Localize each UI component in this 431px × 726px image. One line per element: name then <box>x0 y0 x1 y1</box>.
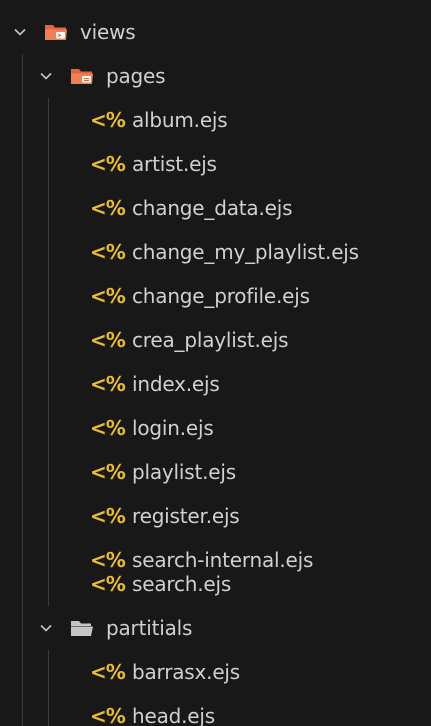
ejs-file-icon: <% <box>90 704 126 726</box>
file-label: register.ejs <box>132 504 240 528</box>
folder-label-views: views <box>80 20 136 44</box>
folder-label-pages: pages <box>106 64 166 88</box>
file-label: playlist.ejs <box>132 460 236 484</box>
ejs-file-icon: <% <box>90 572 126 596</box>
views-folder-icon <box>44 22 68 42</box>
ejs-file-icon: <% <box>90 108 126 132</box>
ejs-file-icon: <% <box>90 660 126 684</box>
file-label: search.ejs <box>132 572 232 596</box>
tree-folder-views[interactable]: views <box>0 10 431 54</box>
file-label: change_data.ejs <box>132 196 293 220</box>
ejs-file-icon: <% <box>90 240 126 264</box>
tree-file-album[interactable]: <% album.ejs <box>0 98 431 142</box>
tree-file-search[interactable]: <% search.ejs <box>0 562 431 606</box>
file-label: index.ejs <box>132 372 220 396</box>
folder-label-partitials: partitials <box>106 616 193 640</box>
file-explorer: views pages <% album.ejs <% artist.ejs <… <box>0 0 431 726</box>
tree-file-index[interactable]: <% index.ejs <box>0 362 431 406</box>
file-label: head.ejs <box>132 704 215 726</box>
ejs-file-icon: <% <box>90 416 126 440</box>
ejs-file-icon: <% <box>90 284 126 308</box>
tree-file-register[interactable]: <% register.ejs <box>0 494 431 538</box>
chevron-down-icon[interactable] <box>35 65 57 87</box>
file-label: barrasx.ejs <box>132 660 240 684</box>
file-label: album.ejs <box>132 108 228 132</box>
ejs-file-icon: <% <box>90 372 126 396</box>
ejs-file-icon: <% <box>90 152 126 176</box>
tree-file-barrasx[interactable]: <% barrasx.ejs <box>0 650 431 694</box>
file-label: crea_playlist.ejs <box>132 328 289 352</box>
tree-file-head[interactable]: <% head.ejs <box>0 694 431 726</box>
ejs-file-icon: <% <box>90 328 126 352</box>
tree-file-crea-playlist[interactable]: <% crea_playlist.ejs <box>0 318 431 362</box>
tree-file-change-data[interactable]: <% change_data.ejs <box>0 186 431 230</box>
chevron-down-icon[interactable] <box>9 21 31 43</box>
file-label: change_profile.ejs <box>132 284 310 308</box>
file-label: login.ejs <box>132 416 214 440</box>
folder-open-icon <box>70 618 94 638</box>
chevron-down-icon[interactable] <box>35 617 57 639</box>
file-label: artist.ejs <box>132 152 217 176</box>
tree-file-change-my-playlist[interactable]: <% change_my_playlist.ejs <box>0 230 431 274</box>
ejs-file-icon: <% <box>90 460 126 484</box>
ejs-file-icon: <% <box>90 504 126 528</box>
file-label: change_my_playlist.ejs <box>132 240 359 264</box>
tree-file-playlist[interactable]: <% playlist.ejs <box>0 450 431 494</box>
tree-folder-partitials[interactable]: partitials <box>0 606 431 650</box>
tree-file-artist[interactable]: <% artist.ejs <box>0 142 431 186</box>
tree-file-login[interactable]: <% login.ejs <box>0 406 431 450</box>
tree-file-change-profile[interactable]: <% change_profile.ejs <box>0 274 431 318</box>
tree-folder-pages[interactable]: pages <box>0 54 431 98</box>
pages-folder-icon <box>70 66 94 86</box>
ejs-file-icon: <% <box>90 196 126 220</box>
